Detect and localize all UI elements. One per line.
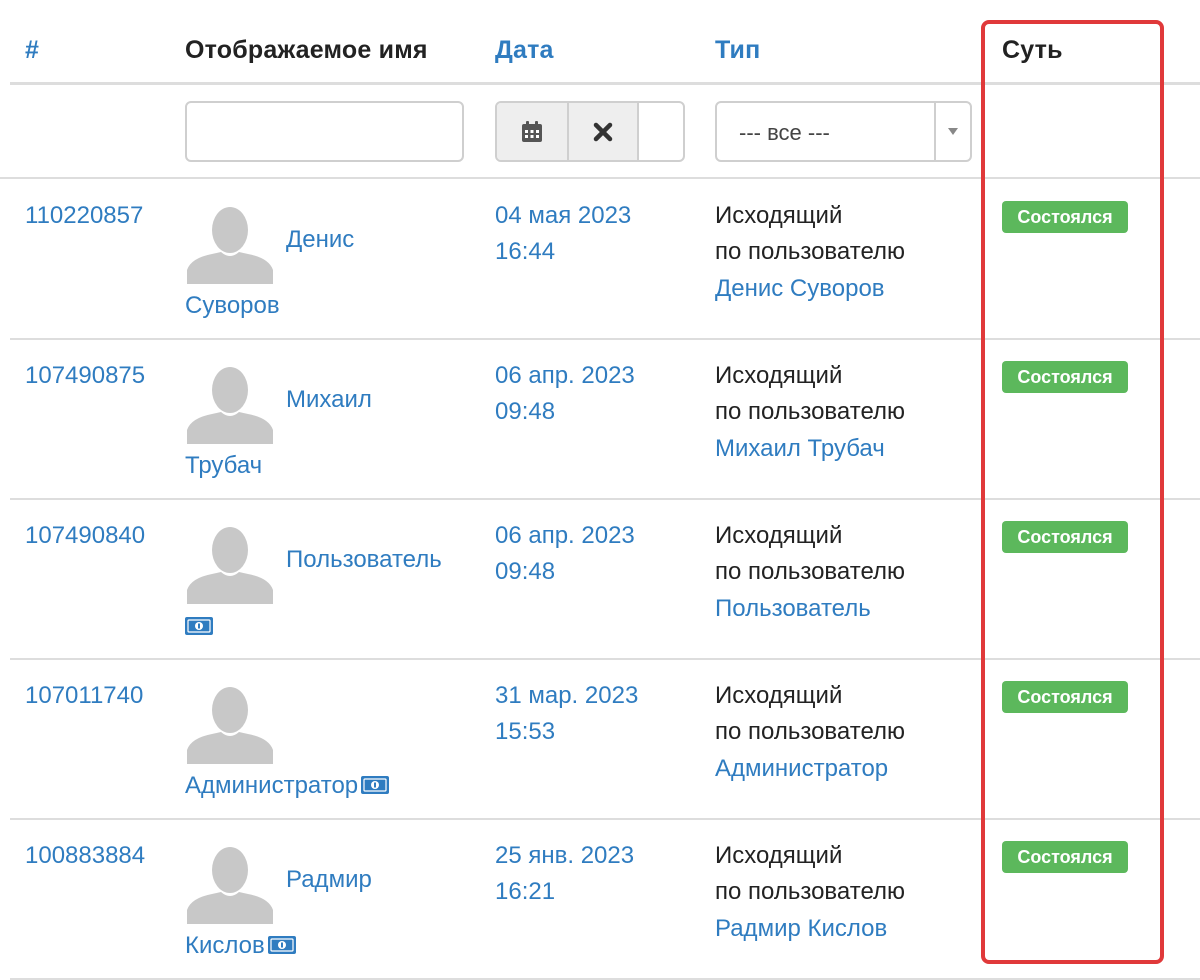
call-type: Исходящий xyxy=(715,202,843,229)
call-date-link[interactable]: 31 мар. 2023 xyxy=(495,682,638,710)
call-type-by: по пользователю xyxy=(715,398,905,425)
call-type-user-link[interactable]: Пользователь xyxy=(715,595,871,623)
avatar[interactable] xyxy=(187,360,273,444)
call-type-by: по пользователю xyxy=(715,558,905,585)
user-name-link[interactable]: Денис xyxy=(286,226,354,254)
avatar[interactable] xyxy=(187,520,273,604)
call-time-link[interactable]: 16:44 xyxy=(495,238,555,266)
call-type-user-link[interactable]: Администратор xyxy=(715,755,888,783)
avatar[interactable] xyxy=(187,840,273,924)
money-icon xyxy=(361,773,390,794)
avatar[interactable] xyxy=(187,680,273,764)
call-type-user-link[interactable]: Радмир Кислов xyxy=(715,915,887,943)
column-header-display-name: Отображаемое имя xyxy=(185,36,428,64)
date-filter xyxy=(495,101,685,162)
call-time-link[interactable]: 09:48 xyxy=(495,558,555,586)
type-filter-value: --- все --- xyxy=(739,120,830,145)
call-date-link[interactable]: 25 янв. 2023 xyxy=(495,842,634,870)
select-arrow[interactable] xyxy=(934,103,970,160)
clear-x-icon xyxy=(593,122,613,141)
user-name-link[interactable]: Трубач xyxy=(185,452,262,479)
call-id-link[interactable]: 100883884 xyxy=(25,842,145,870)
call-date-link[interactable]: 04 мая 2023 xyxy=(495,202,631,230)
call-type-by: по пользователю xyxy=(715,718,905,745)
user-name-link[interactable]: Михаил xyxy=(286,386,372,414)
call-type: Исходящий xyxy=(715,842,843,869)
chevron-down-icon xyxy=(948,127,958,135)
money-icon xyxy=(267,933,296,954)
call-id-link[interactable]: 107011740 xyxy=(25,682,143,710)
user-name-link[interactable]: Кислов xyxy=(185,932,265,959)
call-date-link[interactable]: 06 апр. 2023 xyxy=(495,362,635,390)
column-header-date[interactable]: Дата xyxy=(495,36,554,65)
money-icon xyxy=(185,617,213,635)
name-filter-input[interactable] xyxy=(185,101,464,162)
call-id-link[interactable]: 107490840 xyxy=(25,522,145,550)
call-time-link[interactable]: 09:48 xyxy=(495,398,555,426)
call-id-link[interactable]: 110220857 xyxy=(25,202,143,230)
user-name-link[interactable]: Администратор xyxy=(185,772,358,799)
call-type-user-link[interactable]: Михаил Трубач xyxy=(715,435,885,463)
call-time-link[interactable]: 16:21 xyxy=(495,878,555,906)
call-type: Исходящий xyxy=(715,522,843,549)
call-type-by: по пользователю xyxy=(715,878,905,905)
call-id-link[interactable]: 107490875 xyxy=(25,362,145,390)
calendar-button[interactable] xyxy=(497,103,569,160)
user-name-link[interactable]: Пользователь xyxy=(286,546,442,574)
type-filter-select[interactable]: --- все --- xyxy=(715,101,972,162)
call-date-link[interactable]: 06 апр. 2023 xyxy=(495,522,635,550)
column-header-id[interactable]: # xyxy=(25,36,39,65)
user-name-link[interactable]: Суворов xyxy=(185,292,280,319)
avatar[interactable] xyxy=(187,200,273,284)
calendar-icon xyxy=(522,120,542,142)
call-type: Исходящий xyxy=(715,362,843,389)
call-type: Исходящий xyxy=(715,682,843,709)
column-header-type[interactable]: Тип xyxy=(715,36,760,65)
call-time-link[interactable]: 15:53 xyxy=(495,718,555,746)
user-name-link[interactable]: Радмир xyxy=(286,866,372,894)
call-type-by: по пользователю xyxy=(715,238,905,265)
essence-column-highlight xyxy=(981,20,1164,964)
call-type-user-link[interactable]: Денис Суворов xyxy=(715,275,885,303)
clear-date-button[interactable] xyxy=(569,103,639,160)
